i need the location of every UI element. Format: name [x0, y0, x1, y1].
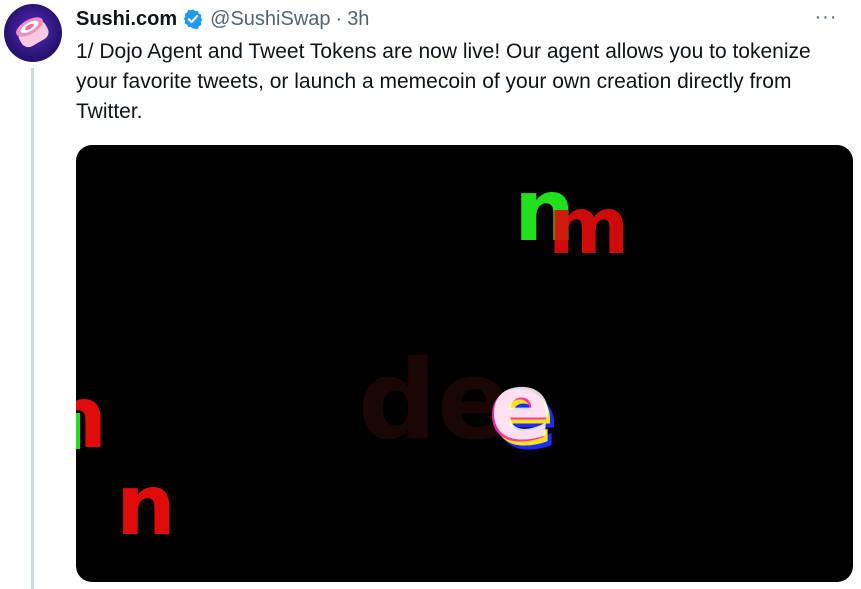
tweet-video[interactable]: n m n n de e e e e [76, 145, 853, 582]
sushi-roll-logo-icon [16, 17, 49, 48]
thread-line [31, 68, 34, 589]
author-display-name[interactable]: Sushi.com [76, 8, 177, 31]
video-letter-red: m [548, 182, 630, 272]
video-letter-bottom-n: n [116, 456, 176, 554]
tweet[interactable]: Sushi.com @SushiSwap · 3h ··· 1/ Dojo Ag… [0, 0, 861, 589]
avatar[interactable] [4, 4, 62, 62]
tweet-header: Sushi.com @SushiSwap · 3h ··· [76, 6, 841, 32]
tweet-text: 1/ Dojo Agent and Tweet Tokens are now l… [76, 40, 811, 123]
video-letter-left-n-green [76, 413, 80, 449]
verified-badge-icon[interactable] [182, 8, 204, 30]
tweet-timestamp[interactable]: 3h [347, 8, 369, 31]
separator-dot: · [335, 7, 343, 30]
more-options-icon[interactable]: ··· [811, 4, 841, 30]
author-handle[interactable]: @SushiSwap [210, 8, 330, 31]
video-letter-e-white: e [490, 353, 553, 460]
video-letter-left-n: n [76, 368, 108, 468]
